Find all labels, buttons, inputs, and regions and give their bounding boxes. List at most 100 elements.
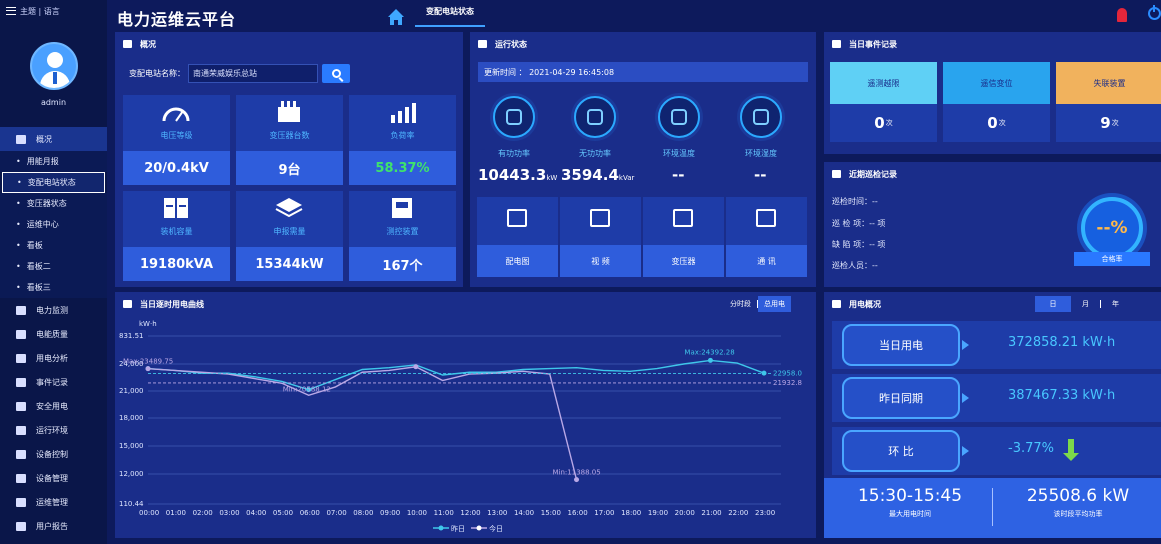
sidebar-subitem-board-2[interactable]: 看板二	[0, 256, 107, 277]
temperature-label: 环境温度	[663, 149, 695, 158]
series-point	[574, 477, 580, 483]
control-icon	[16, 449, 26, 459]
inspection-icon	[832, 170, 841, 178]
active-power-label: 有功功率	[498, 149, 530, 158]
x-tick-label: 05:00	[273, 509, 293, 517]
card-value: 167个	[349, 247, 456, 281]
sidebar-item-label: 运维管理	[36, 497, 68, 507]
cabinet-icon	[164, 198, 188, 218]
x-tick-label: 20:00	[675, 509, 695, 517]
x-tick-label: 21:00	[701, 509, 721, 517]
transformer-button[interactable]: 变压器	[643, 197, 724, 277]
y-tick-label: 18,000	[119, 414, 144, 422]
ratio-row: 环 比 -3.77%	[832, 427, 1161, 475]
sidebar-subitem-ops-center[interactable]: 运维中心	[0, 214, 107, 235]
button-label: 配电图	[477, 245, 558, 277]
x-tick-label: 03:00	[219, 509, 239, 517]
sidebar-item-label: 用电分析	[36, 353, 68, 363]
communication-button[interactable]: 通 讯	[726, 197, 807, 277]
declared-demand-card: 申报需量 15344kW	[236, 191, 343, 281]
menu-icon[interactable]	[6, 7, 16, 15]
grid-icon	[16, 497, 26, 507]
period-year[interactable]: 年	[1101, 296, 1130, 312]
sidebar-item-environment[interactable]: 运行环境	[0, 418, 107, 442]
avatar	[29, 42, 78, 90]
tab-station-status[interactable]: 变配电站状态	[415, 6, 485, 27]
sidebar-subitem-monthly-report[interactable]: 用能月报	[0, 151, 107, 172]
sidebar-subitem-board[interactable]: 看板	[0, 235, 107, 256]
transformer-icon	[278, 101, 300, 122]
sidebar-item-user-report[interactable]: 用户报告	[0, 514, 107, 538]
button-label: 变压器	[643, 245, 724, 277]
x-tick-label: 17:00	[594, 509, 614, 517]
load-chart-icon	[391, 103, 416, 123]
home-icon[interactable]	[387, 8, 405, 26]
annotation-avg-today: 21932.8	[773, 379, 802, 387]
ratio-value: -3.77%	[1008, 441, 1054, 456]
station-input[interactable]: 南通荣威娱乐总站	[188, 64, 318, 83]
event-label: 遥信变位	[943, 62, 1050, 104]
sidebar-item-device-management[interactable]: 设备管理	[0, 466, 107, 490]
y-axis-unit-label: kW·h	[139, 320, 157, 328]
inspection-items: 巡 检 项：-- 项	[832, 219, 886, 228]
distribution-diagram-button[interactable]: 配电图	[477, 197, 558, 277]
event-signal-change[interactable]: 遥信变位 0 次	[943, 62, 1050, 142]
yesterday-usage-value: 387467.33 kW·h	[1008, 388, 1116, 403]
theme-language-label[interactable]: 主题 | 语言	[20, 6, 60, 17]
electricity-panel: 用电概况 日 月 年 当日用电 372858.21 kW·h 昨日同期 3874…	[824, 292, 1161, 538]
sidebar-subitem-station-status[interactable]: 变配电站状态	[2, 172, 105, 193]
hourly-usage-chart: kW·h831.5124,00021,00018,00015,00012,000…	[119, 320, 802, 533]
sidebar-item-power-quality[interactable]: 电能质量	[0, 322, 107, 346]
load-rate-card: 负荷率 58.37%	[349, 95, 456, 185]
annotation-min-today: Min:20588.12	[283, 385, 331, 393]
period-toggle: 日 月 年	[1035, 296, 1130, 312]
pass-rate-badge: --%	[1081, 197, 1143, 259]
sidebar-item-power-monitoring[interactable]: 电力监测	[0, 298, 107, 322]
event-label: 失联装置	[1056, 62, 1161, 104]
sidebar-item-label: 电能质量	[36, 329, 68, 339]
sidebar-subitem-board-3[interactable]: 看板三	[0, 277, 107, 298]
card-label: 申报需量	[273, 227, 306, 236]
x-tick-label: 13:00	[487, 509, 507, 517]
theme-language-switch[interactable]: 主题 | 语言	[0, 0, 107, 22]
active-power-value: 10443.3kW	[478, 166, 558, 184]
sidebar-item-event-log[interactable]: 事件记录	[0, 370, 107, 394]
series-line-1	[147, 366, 578, 480]
event-label: 遥测越限	[830, 62, 937, 104]
sidebar-item-ops-management[interactable]: 运维管理	[0, 490, 107, 514]
tab-label: 变配电站状态	[426, 7, 474, 16]
sidebar-item-label: 运行环境	[36, 425, 68, 435]
period-month[interactable]: 月	[1071, 296, 1100, 312]
edit-icon	[16, 521, 26, 531]
inspection-defects: 缺 陷 项：-- 项	[832, 240, 886, 249]
event-device-offline[interactable]: 失联装置 9 次	[1056, 62, 1161, 142]
period-day[interactable]: 日	[1035, 296, 1071, 312]
button-label: 视 频	[560, 245, 641, 277]
clipboard-icon	[16, 473, 26, 483]
power-icon[interactable]	[1148, 5, 1161, 20]
event-telemetry-limit[interactable]: 遥测越限 0 次	[830, 62, 937, 142]
inspection-time: 巡检时间：--	[832, 197, 878, 206]
sidebar-item-device-control[interactable]: 设备控制	[0, 442, 107, 466]
sidebar-item-safety[interactable]: 安全用电	[0, 394, 107, 418]
thermometer-icon	[658, 96, 700, 138]
video-button[interactable]: 视 频	[560, 197, 641, 277]
humidity-label: 环境湿度	[745, 149, 777, 158]
annotation-max-today: Max:23489.75	[123, 358, 173, 366]
image-icon	[16, 329, 26, 339]
triangle-icon	[962, 393, 969, 403]
today-usage-label: 当日用电	[842, 324, 960, 366]
gear-icon	[16, 305, 26, 315]
x-tick-label: 01:00	[166, 509, 186, 517]
sidebar-item-usage-analysis[interactable]: 用电分析	[0, 346, 107, 370]
y-tick-label: 12,000	[119, 470, 144, 478]
legend-yesterday-label: 昨日	[451, 524, 465, 533]
search-button[interactable]	[322, 64, 350, 83]
card-value: 9台	[236, 151, 343, 185]
sidebar-item-overview[interactable]: 概况	[0, 127, 107, 151]
alarm-bell-icon[interactable]	[1117, 8, 1127, 22]
ratio-label: 环 比	[842, 430, 960, 472]
sidebar-subitem-transformer-status[interactable]: 变压器状态	[0, 193, 107, 214]
avg-power-value: 25508.6 kW	[1026, 486, 1130, 506]
triangle-icon	[962, 446, 969, 456]
